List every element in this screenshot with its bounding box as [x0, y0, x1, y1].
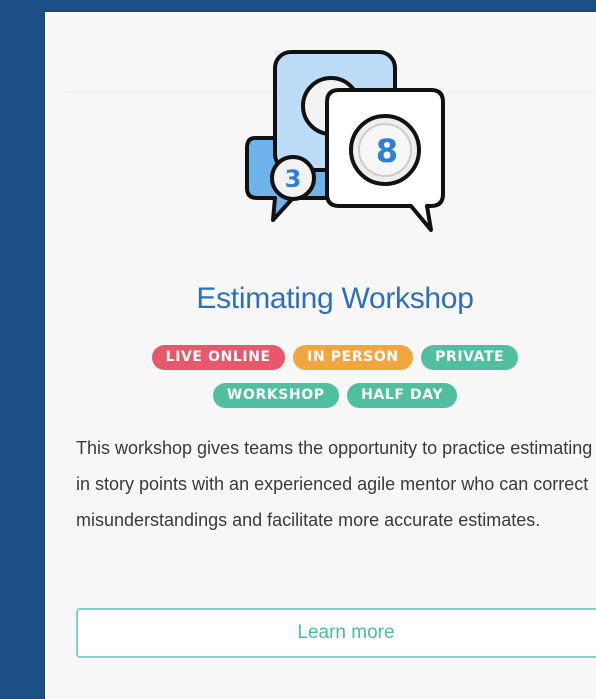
tag-row: WORKSHOP HALF DAY: [45, 383, 596, 408]
tag-in-person: IN PERSON: [293, 345, 413, 370]
tag-live-online: LIVE ONLINE: [151, 345, 285, 370]
tag-workshop: WORKSHOP: [212, 383, 339, 408]
workshop-title: Estimating Workshop: [196, 282, 474, 315]
tag-row: LIVE ONLINE IN PERSON PRIVATE: [45, 345, 596, 370]
learn-more-button[interactable]: Learn more: [76, 608, 596, 658]
workshop-card: 3 5 8 Estimating Workshop LIVE ONLINE IN…: [45, 12, 596, 699]
tag-private: PRIVATE: [421, 345, 519, 370]
workshop-description: This workshop gives teams the opportunit…: [76, 438, 593, 530]
tag-half-day: HALF DAY: [347, 383, 458, 408]
estimating-chat-bubbles-icon: 3 5 8: [235, 46, 445, 236]
svg-text:8: 8: [376, 132, 398, 170]
svg-text:3: 3: [285, 165, 302, 193]
